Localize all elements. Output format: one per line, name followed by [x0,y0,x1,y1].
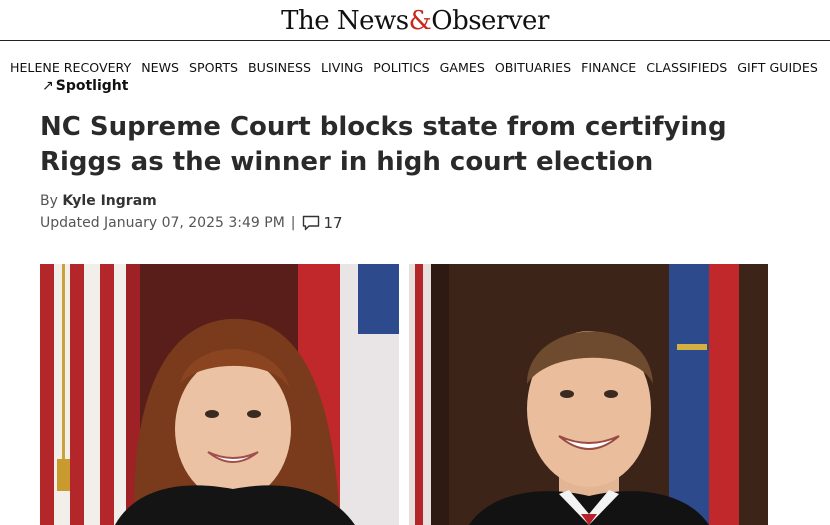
nav-item-finance[interactable]: FINANCE [581,60,636,75]
logo-text-2: Observer [431,6,549,36]
author-link[interactable]: Kyle Ingram [62,193,156,209]
nav-item-news[interactable]: NEWS [141,60,179,75]
photo-left-image [40,264,399,525]
photo-right-image [409,264,768,525]
masthead: The News&Observer [0,0,830,40]
nav-item-classifieds[interactable]: CLASSIFIEDS [646,60,727,75]
nav-item-politics[interactable]: POLITICS [373,60,429,75]
nav-item-games[interactable]: GAMES [440,60,485,75]
byline: By Kyle Ingram [40,193,157,209]
nav-item-helene-recovery[interactable]: HELENE RECOVERY [10,60,131,75]
nav-item-gift-guides[interactable]: GIFT GUIDES [737,60,818,75]
nav-item-business[interactable]: BUSINESS [248,60,311,75]
logo-amp: & [408,6,432,36]
comment-icon[interactable] [302,215,320,231]
logo-text-1: The News [281,6,409,36]
spotlight-arrow-icon: ↗ [42,78,54,94]
masthead-divider [0,40,830,41]
article-photo-left[interactable] [40,264,399,525]
article-headline: NC Supreme Court blocks state from certi… [40,112,727,177]
meta-separator: | [290,215,296,231]
byline-prefix: By [40,193,63,209]
article-meta: Updated January 07, 2025 3:49 PM | 17 [40,214,343,232]
comment-count[interactable]: 17 [324,214,343,232]
section-label-text: Spotlight [55,78,129,94]
site-logo[interactable]: The News&Observer [281,6,549,36]
updated-timestamp: Updated January 07, 2025 3:49 PM [40,215,285,231]
section-label[interactable]: ↗ Spotlight [42,78,128,94]
article-photo-right[interactable] [409,264,768,525]
nav-item-sports[interactable]: SPORTS [189,60,238,75]
nav-item-living[interactable]: LIVING [321,60,363,75]
main-nav: HELENE RECOVERY NEWS SPORTS BUSINESS LIVING P… [0,57,830,77]
nav-item-obituaries[interactable]: OBITUARIES [495,60,571,75]
